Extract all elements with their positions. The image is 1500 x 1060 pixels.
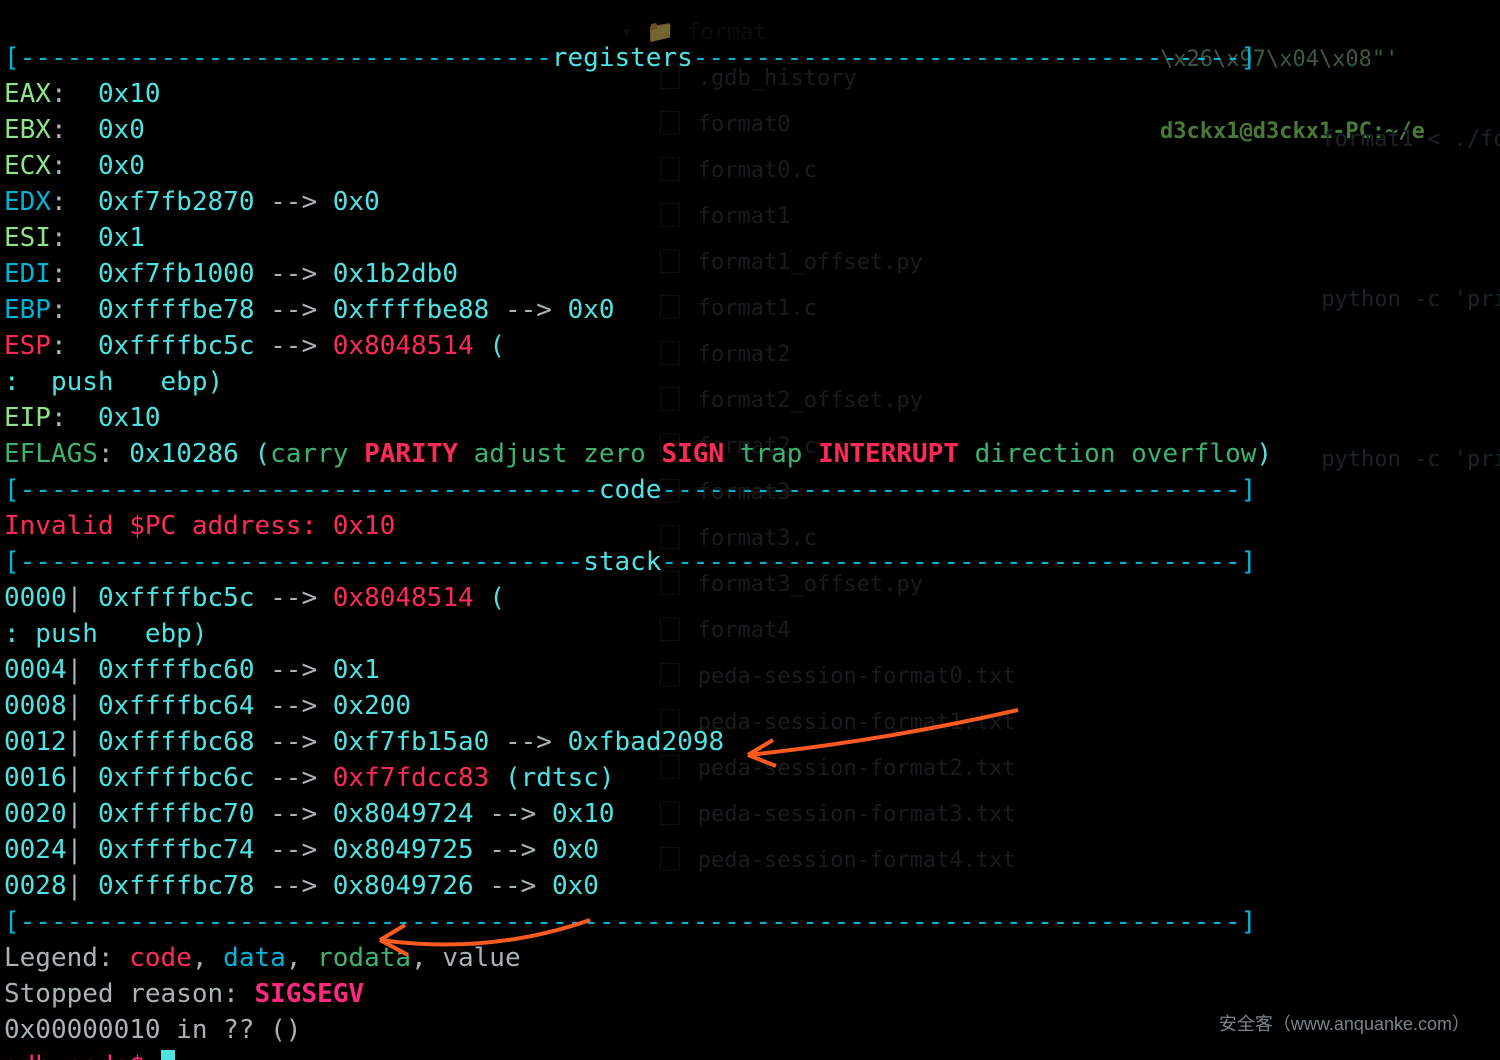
background-right-text: format1 < ./for python -c 'prin python -… <box>1321 100 1500 500</box>
terminal-output: [----------------------------------regis… <box>4 40 1272 1060</box>
cursor-icon <box>161 1050 175 1060</box>
gdb-prompt[interactable]: gdb-peda$ <box>4 1051 161 1060</box>
watermark: 安全客（www.anquanke.com） <box>1219 1006 1470 1042</box>
